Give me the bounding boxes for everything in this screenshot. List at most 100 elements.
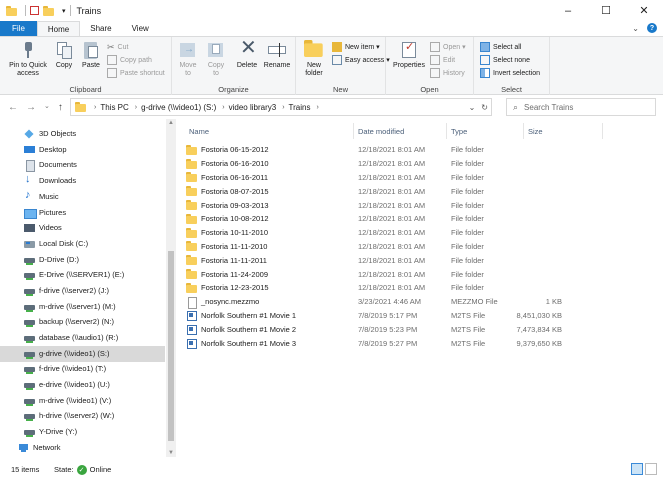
breadcrumb-this-pc[interactable]: This PC [100, 103, 128, 112]
sidebar-item[interactable]: Music [0, 189, 165, 205]
file-row[interactable]: Norfolk Southern #1 Movie 1 7/8/2019 5:17… [186, 309, 566, 323]
scrollbar-thumb[interactable] [168, 251, 174, 441]
copy-to-button[interactable]: Copy to [204, 40, 228, 78]
file-row[interactable]: Norfolk Southern #1 Movie 3 7/8/2019 5:27… [186, 336, 566, 350]
properties-button[interactable]: ✓ Properties [390, 40, 428, 70]
history-button[interactable]: History [430, 68, 465, 78]
properties-qat-icon[interactable] [30, 6, 39, 15]
help-icon[interactable]: ? [647, 23, 657, 33]
breadcrumb-video-library3[interactable]: video library3 [229, 103, 277, 112]
pin-quick-access-button[interactable]: Pin to Quick access [4, 40, 52, 78]
rename-button[interactable]: Rename [262, 40, 292, 70]
file-row[interactable]: Fostoria 12-23-2015 12/18/2021 8:01 AM Fil… [186, 281, 566, 295]
large-icons-view-icon[interactable] [645, 463, 657, 475]
edit-button[interactable]: Edit [430, 55, 455, 65]
sidebar-item[interactable]: Documents [0, 157, 165, 173]
chevron-right-icon[interactable]: › [94, 104, 96, 111]
sidebar-item[interactable]: E-Drive (\\SERVER1) (E:) [0, 267, 165, 283]
file-row[interactable]: Fostoria 06-16-2010 12/18/2021 8:01 AM Fil… [186, 157, 566, 171]
paste-shortcut-button[interactable]: Paste shortcut [107, 68, 165, 78]
sidebar-item[interactable]: Local Disk (C:) [0, 236, 165, 252]
recent-dropdown-icon[interactable]: ⌄ [44, 102, 50, 113]
chevron-right-icon[interactable]: › [316, 104, 318, 111]
file-row[interactable]: Norfolk Southern #1 Movie 2 7/8/2019 5:23… [186, 322, 566, 336]
chevron-right-icon[interactable]: › [135, 104, 137, 111]
new-folder-button[interactable]: New folder [299, 40, 329, 78]
refresh-icon[interactable]: ↻ [481, 103, 488, 112]
search-box[interactable]: ⌕ [506, 98, 656, 116]
sidebar-item[interactable]: backup (\\server2) (N:) [0, 314, 165, 330]
sidebar-item[interactable]: m-drive (\\video1) (V:) [0, 393, 165, 409]
file-row[interactable]: Fostoria 08-07-2015 12/18/2021 8:01 AM Fil… [186, 184, 566, 198]
tab-home[interactable]: Home [36, 21, 81, 36]
column-header-size[interactable]: Size [528, 124, 543, 138]
column-header-date[interactable]: Date modified [358, 124, 404, 138]
address-bar[interactable]: › This PC › g-drive (\\video1) (S:) › vi… [70, 98, 492, 116]
file-row[interactable]: Fostoria 09-03-2013 12/18/2021 8:01 AM Fil… [186, 198, 566, 212]
scroll-up-icon[interactable]: ▲ [168, 120, 174, 126]
sidebar-item-network[interactable]: Network [0, 440, 165, 456]
breadcrumb-trains[interactable]: Trains [289, 103, 311, 112]
new-folder-qat-icon[interactable] [43, 5, 54, 16]
up-arrow-icon[interactable]: ↑ [58, 102, 63, 113]
sidebar-item[interactable]: f-drive (\\video1) (T:) [0, 361, 165, 377]
qat-dropdown-icon[interactable]: ▾ [62, 7, 66, 15]
sidebar-item[interactable]: D-Drive (D:) [0, 252, 165, 268]
copy-path-button[interactable]: Copy path [107, 55, 152, 65]
chevron-right-icon[interactable]: › [282, 104, 284, 111]
breadcrumb-g-drive[interactable]: g-drive (\\video1) (S:) [141, 103, 216, 112]
file-row[interactable]: Fostoria 06-15-2012 12/18/2021 8:01 AM Fil… [186, 143, 566, 157]
sidebar-item[interactable]: Desktop [0, 142, 165, 158]
details-view-icon[interactable] [631, 463, 643, 475]
scroll-down-icon[interactable]: ▼ [168, 450, 174, 456]
column-header-type[interactable]: Type [451, 124, 467, 138]
select-all-button[interactable]: Select all [480, 42, 521, 52]
address-dropdown-icon[interactable]: ⌄ [469, 103, 476, 112]
tab-view[interactable]: View [122, 21, 159, 36]
sidebar-item[interactable]: database (\\audio1) (R:) [0, 330, 165, 346]
new-item-button[interactable]: New item ▾ [332, 42, 380, 52]
sidebar-item[interactable]: h-drive (\\server2) (W:) [0, 408, 165, 424]
move-to-button[interactable]: → Move to [176, 40, 200, 78]
column-divider[interactable] [353, 123, 354, 139]
column-divider[interactable] [602, 123, 603, 139]
ribbon-expand-icon[interactable]: ⌄ [632, 24, 639, 33]
file-row[interactable]: Fostoria 06-16-2011 12/18/2021 8:01 AM Fil… [186, 171, 566, 185]
file-row[interactable]: Fostoria 11-24-2009 12/18/2021 8:01 AM Fil… [186, 267, 566, 281]
file-row[interactable]: Fostoria 11-11-2010 12/18/2021 8:01 AM Fil… [186, 240, 566, 254]
file-row[interactable]: Fostoria 11-11-2011 12/18/2021 8:01 AM Fil… [186, 253, 566, 267]
search-input[interactable] [524, 102, 645, 112]
column-divider[interactable] [446, 123, 447, 139]
file-row[interactable]: Fostoria 10-08-2012 12/18/2021 8:01 AM Fil… [186, 212, 566, 226]
file-row[interactable]: _nosync.mezzmo 3/23/2021 4:46 AM MEZZMO Fi… [186, 295, 566, 309]
tab-share[interactable]: Share [80, 21, 121, 36]
forward-arrow-icon[interactable]: → [26, 102, 36, 113]
sidebar-item[interactable]: m-drive (\\server1) (M:) [0, 299, 165, 315]
back-arrow-icon[interactable]: ← [8, 102, 18, 113]
column-divider[interactable] [523, 123, 524, 139]
copy-button[interactable]: Copy [52, 40, 76, 70]
sidebar-item[interactable]: Y-Drive (Y:) [0, 424, 165, 440]
open-button[interactable]: Open ▾ [430, 42, 466, 52]
sidebar-item[interactable]: g-drive (\\video1) (S:) [0, 346, 165, 362]
sidebar-item[interactable]: 3D Objects [0, 126, 165, 142]
easy-access-button[interactable]: Easy access ▾ [332, 55, 390, 65]
tab-file[interactable]: File [0, 21, 37, 36]
chevron-right-icon[interactable]: › [222, 104, 224, 111]
sidebar-item[interactable]: Videos [0, 220, 165, 236]
sidebar-item[interactable]: e-drive (\\video1) (U:) [0, 377, 165, 393]
sidebar-item[interactable]: Pictures [0, 205, 165, 221]
column-header-name[interactable]: Name [189, 124, 209, 138]
minimize-button[interactable]: – [549, 0, 587, 21]
file-row[interactable]: Fostoria 10-11-2010 12/18/2021 8:01 AM Fil… [186, 226, 566, 240]
close-button[interactable]: ✕ [625, 0, 663, 21]
sidebar-item[interactable]: f-drive (\\server2) (J:) [0, 283, 165, 299]
maximize-button[interactable]: ☐ [587, 0, 625, 21]
navigation-scrollbar[interactable]: ▲ ▼ [166, 119, 176, 457]
paste-button[interactable]: Paste [78, 40, 104, 70]
delete-button[interactable]: ✕ Delete [234, 38, 260, 70]
cut-button[interactable]: ✂ Cut [107, 42, 128, 53]
sidebar-item[interactable]: Downloads [0, 173, 165, 189]
invert-selection-button[interactable]: Invert selection [480, 68, 540, 78]
select-none-button[interactable]: Select none [480, 55, 530, 65]
